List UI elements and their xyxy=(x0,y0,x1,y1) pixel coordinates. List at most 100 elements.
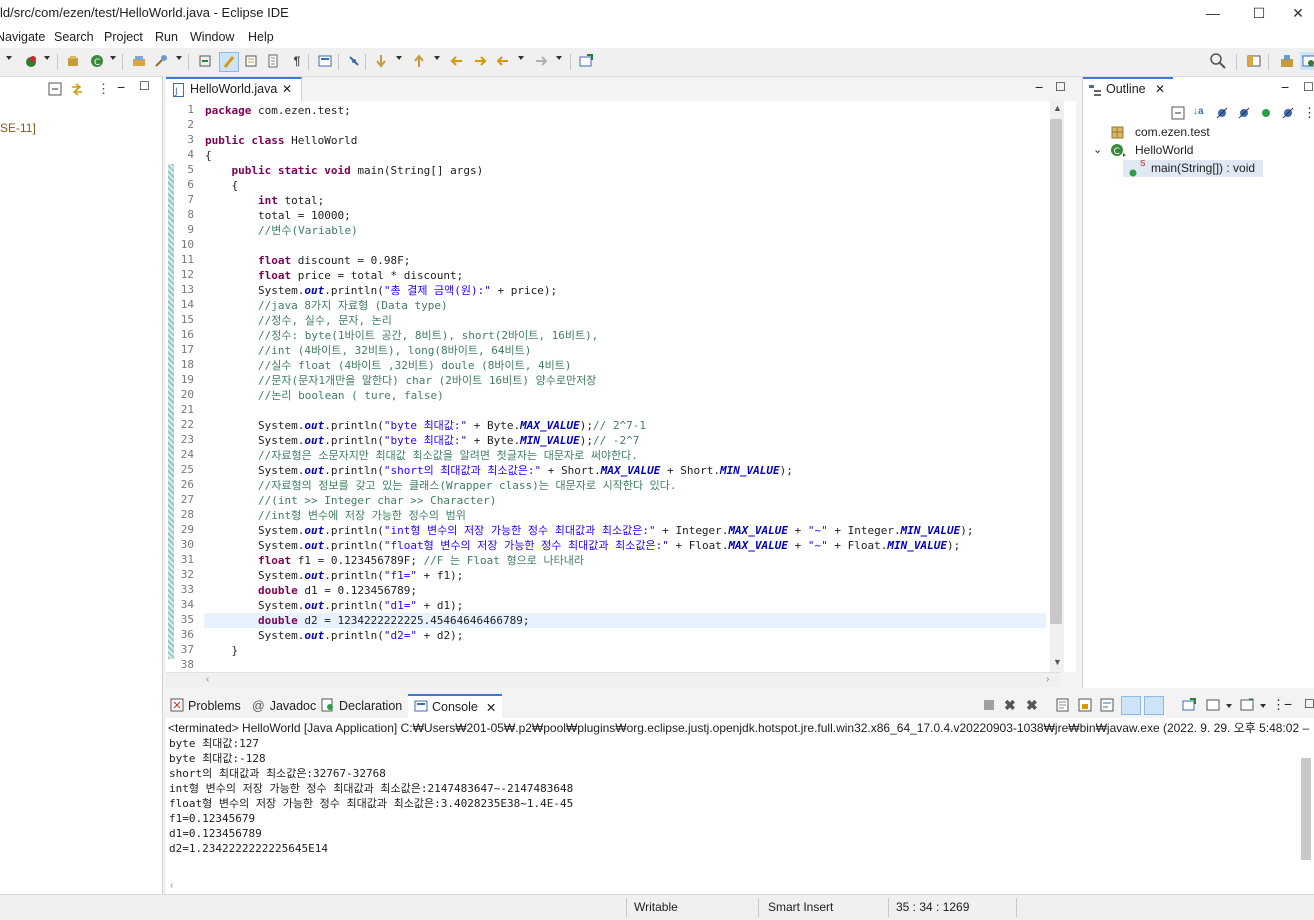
java-ee-perspective-icon[interactable] xyxy=(1278,52,1296,70)
code-line[interactable]: //자료형의 정보를 갖고 있는 클래스(Wrapper class)는 대문자… xyxy=(205,478,677,493)
collapse-all-icon[interactable] xyxy=(48,82,62,99)
menu-navigate[interactable]: Navigate xyxy=(0,30,45,44)
scroll-left-icon[interactable]: ‹ xyxy=(206,674,209,685)
dropdown-arrow-icon[interactable] xyxy=(396,56,402,60)
code-line[interactable]: //변수(Variable) xyxy=(205,223,358,238)
dropdown-arrow-icon[interactable] xyxy=(434,56,440,60)
close-tab-icon[interactable]: ✕ xyxy=(282,82,292,96)
hide-fields-icon[interactable] xyxy=(1215,106,1229,123)
code-line[interactable]: System.out.println("d2=" + d2); xyxy=(205,628,463,643)
hide-nonpublic-icon[interactable] xyxy=(1259,106,1273,123)
code-line[interactable]: public static void main(String[] args) xyxy=(205,163,484,178)
block-selection-icon[interactable] xyxy=(242,52,260,70)
minimize-view-icon[interactable]: − xyxy=(117,79,125,95)
clear-console-icon[interactable] xyxy=(1056,698,1070,715)
new-package-icon[interactable] xyxy=(64,52,82,70)
java-perspective-icon[interactable] xyxy=(1300,52,1314,70)
code-line[interactable]: float discount = 0.98F; xyxy=(205,253,410,268)
tab-javadoc[interactable]: @ Javadoc xyxy=(252,694,316,718)
outline-package[interactable]: com.ezen.test xyxy=(1135,125,1210,139)
code-line[interactable]: //정수, 실수, 문자, 논리 xyxy=(205,313,392,328)
minimize-editor-icon[interactable]: − xyxy=(1035,79,1043,95)
code-line[interactable]: double d2 = 1234222222225.45464646466789… xyxy=(205,613,530,628)
close-console-icon[interactable]: ✕ xyxy=(486,700,496,715)
show-on-stdout-icon[interactable] xyxy=(1121,696,1141,715)
code-line[interactable]: System.out.println("float형 변수의 저장 가능한 정수… xyxy=(205,538,960,553)
maximize-editor-icon[interactable]: ☐ xyxy=(1055,80,1066,94)
console-output[interactable]: <terminated> HelloWorld [Java Applicatio… xyxy=(166,718,1314,894)
code-line[interactable]: float f1 = 0.123456789F; //F 는 Float 형으로… xyxy=(205,553,584,568)
maximize-outline-icon[interactable]: ☐ xyxy=(1303,80,1314,94)
forward-icon[interactable] xyxy=(532,52,550,70)
scroll-up-icon[interactable]: ▲ xyxy=(1053,103,1062,113)
jre-library-label[interactable]: SE-11] xyxy=(0,121,36,135)
pilcrow-icon[interactable]: ¶ xyxy=(288,52,306,70)
tab-helloworld-java[interactable]: J HelloWorld.java ✕ xyxy=(166,77,302,101)
outline-class[interactable]: HelloWorld xyxy=(1135,143,1193,157)
new-class-icon[interactable]: C xyxy=(88,52,106,70)
view-menu-icon[interactable]: ⋮ xyxy=(1303,105,1314,121)
hide-local-types-icon[interactable] xyxy=(1281,106,1295,123)
code-line[interactable]: System.out.println("short의 최대값과 최소값은:" +… xyxy=(205,463,793,478)
scroll-left-icon[interactable]: ‹ xyxy=(170,880,173,891)
code-editor[interactable]: 1 2 3 4 5 6 7 8 9 10 11 12 13 14 15 16 17 18 19 20 21 22 23 24 2… xyxy=(166,101,1076,672)
back-icon[interactable] xyxy=(494,52,512,70)
pin-console-icon[interactable] xyxy=(1182,698,1196,715)
menu-search[interactable]: Search xyxy=(54,30,94,44)
status-insert-mode[interactable]: Smart Insert xyxy=(768,900,833,914)
editor-horizontal-scrollbar[interactable]: ‹ › xyxy=(166,672,1060,687)
code-line[interactable]: package com.ezen.test; xyxy=(205,103,351,118)
code-line[interactable]: } xyxy=(205,643,238,658)
next-annotation-icon[interactable] xyxy=(372,52,390,70)
menu-project[interactable]: Project xyxy=(104,30,143,44)
scroll-right-icon[interactable]: › xyxy=(1046,674,1049,685)
menu-window[interactable]: Window xyxy=(190,30,234,44)
console-view-icon[interactable] xyxy=(316,52,334,70)
code-line[interactable]: { xyxy=(205,148,212,163)
dropdown-arrow-icon[interactable] xyxy=(556,56,562,60)
minimize-button[interactable]: — xyxy=(1190,0,1236,26)
code-line[interactable]: //정수: byte(1바이트 공간, 8비트), short(2바이트, 16… xyxy=(205,328,598,343)
code-line[interactable]: double d1 = 0.123456789; xyxy=(205,583,417,598)
toggle-breadcrumb-icon[interactable] xyxy=(196,52,214,70)
code-line[interactable]: //int형 변수에 저장 가능한 정수의 범위 xyxy=(205,508,466,523)
dropdown-arrow-icon[interactable] xyxy=(110,56,116,60)
code-line[interactable]: total = 10000; xyxy=(205,208,351,223)
search-icon[interactable] xyxy=(1209,52,1227,70)
console-scroll-thumb[interactable] xyxy=(1301,758,1311,860)
menu-run[interactable]: Run xyxy=(155,30,178,44)
minimize-console-icon[interactable]: − xyxy=(1284,696,1292,712)
code-line[interactable]: float price = total * discount; xyxy=(205,268,463,283)
dropdown-arrow-icon[interactable] xyxy=(1260,704,1266,708)
word-wrap-icon[interactable] xyxy=(1100,698,1114,715)
terminate-icon[interactable] xyxy=(983,699,995,714)
editor-scroll-thumb[interactable] xyxy=(1050,119,1062,624)
code-line[interactable]: public class HelloWorld xyxy=(205,133,357,148)
code-line[interactable]: //java 8가지 자료형 (Data type) xyxy=(205,298,448,313)
remove-all-terminated-icon[interactable]: ✖ xyxy=(1026,697,1038,714)
dropdown-arrow-icon[interactable] xyxy=(176,56,182,60)
status-cursor-position[interactable]: 35 : 34 : 1269 xyxy=(896,900,969,914)
open-console-icon[interactable] xyxy=(1240,698,1254,715)
show-whitespace-icon[interactable] xyxy=(264,52,282,70)
previous-annotation-icon[interactable] xyxy=(410,52,428,70)
maximize-console-icon[interactable]: ☐ xyxy=(1304,697,1314,711)
outline-method[interactable]: main(String[]) : void xyxy=(1151,161,1255,175)
pin-editor-icon[interactable] xyxy=(577,52,595,70)
mark-occurrences-icon[interactable] xyxy=(219,52,239,72)
code-line[interactable]: //자료형은 소문자지만 최대값 최소값을 알려면 첫글자는 대문자로 써야한다… xyxy=(205,448,638,463)
search-tool-icon[interactable] xyxy=(152,52,170,70)
dropdown-arrow-icon[interactable] xyxy=(6,56,12,60)
code-line[interactable]: int total; xyxy=(205,193,324,208)
view-menu-icon[interactable]: ⋮ xyxy=(97,81,110,97)
open-type-icon[interactable] xyxy=(130,52,148,70)
maximize-view-icon[interactable]: ☐ xyxy=(139,79,150,93)
tab-problems[interactable]: Problems xyxy=(170,694,241,718)
show-on-stderr-icon[interactable] xyxy=(1144,696,1164,715)
hide-static-icon[interactable] xyxy=(1237,106,1251,123)
dropdown-arrow-icon[interactable] xyxy=(518,56,524,60)
maximize-button[interactable]: ☐ xyxy=(1236,0,1282,26)
tab-outline[interactable]: Outline ✕ xyxy=(1083,77,1173,101)
code-line[interactable]: System.out.println("byte 최대값:" + Byte.MA… xyxy=(205,418,646,433)
sort-icon[interactable]: ↓a xyxy=(1193,106,1204,117)
